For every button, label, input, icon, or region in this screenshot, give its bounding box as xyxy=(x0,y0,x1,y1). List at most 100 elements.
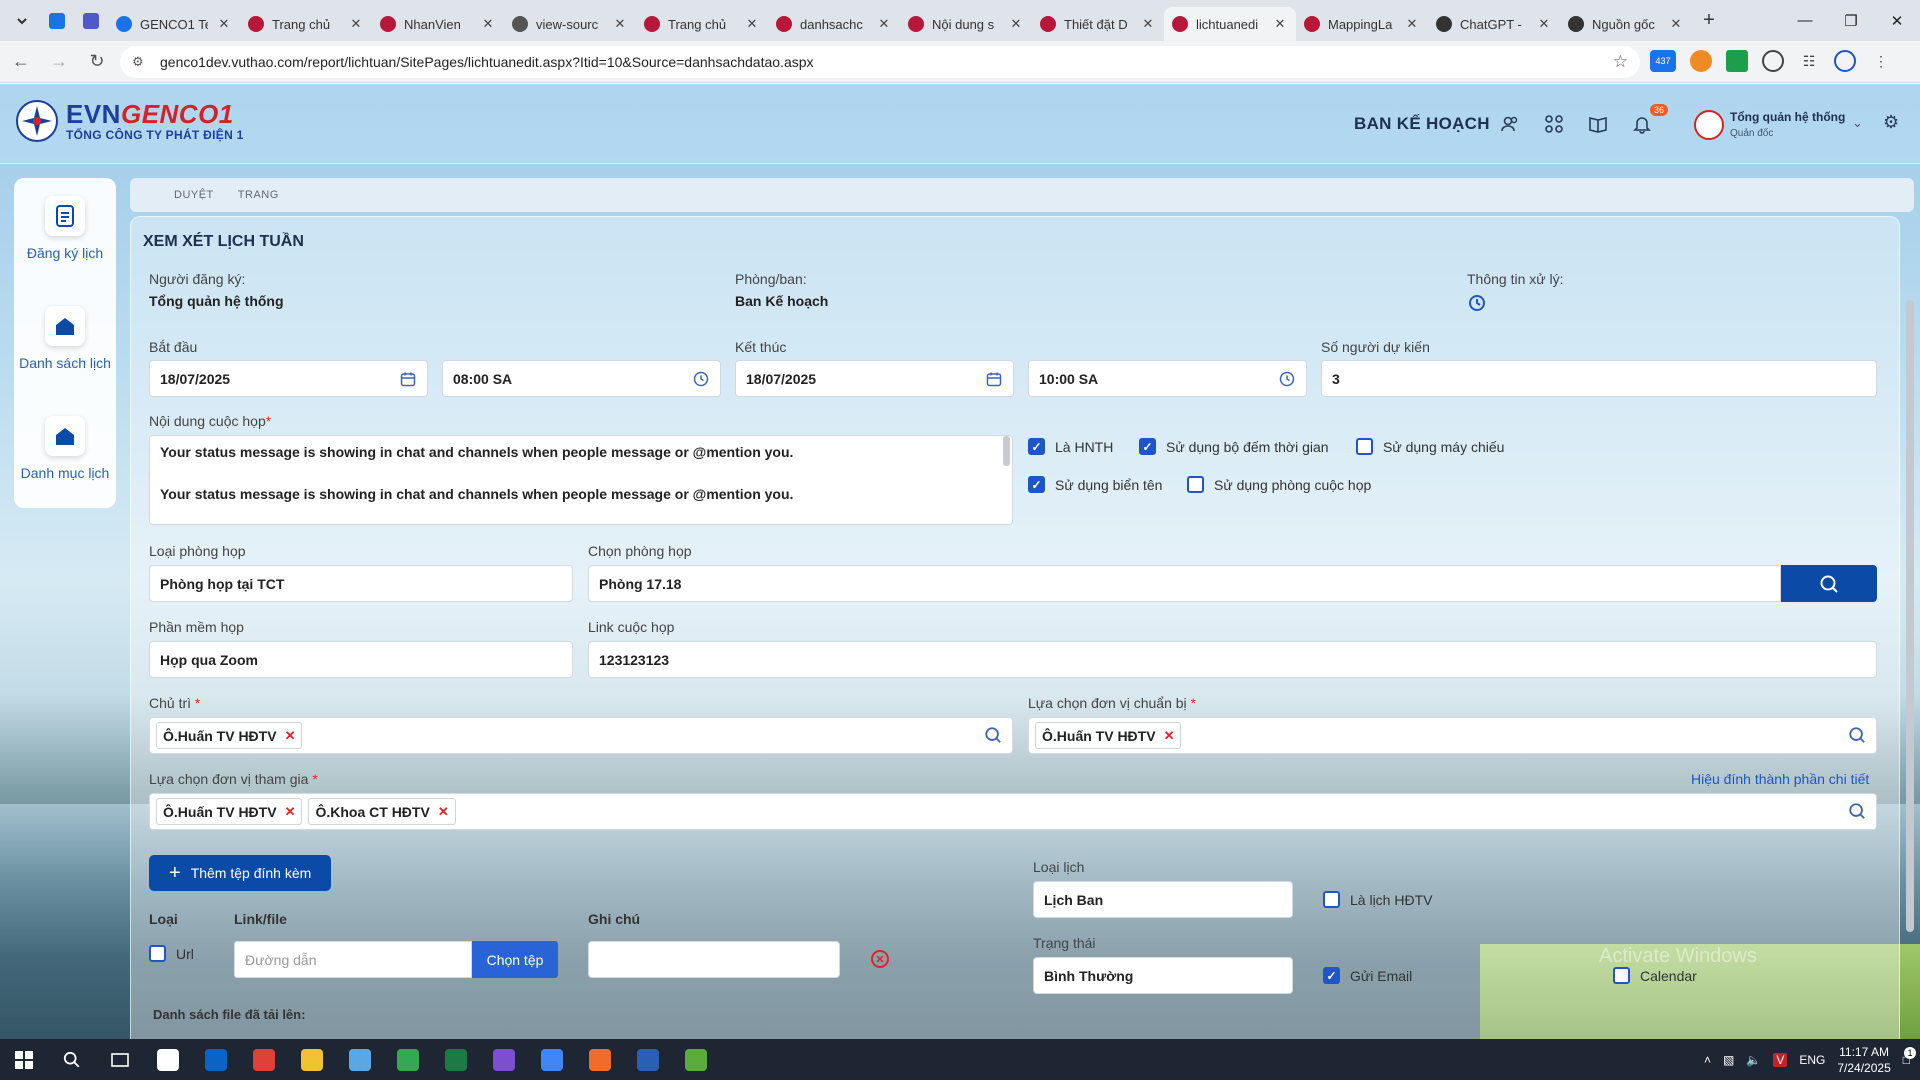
browser-tab[interactable]: GENCO1 Te ✕ xyxy=(108,7,240,41)
clock-icon[interactable] xyxy=(1278,370,1296,388)
url-bar[interactable]: ⚙ genco1dev.vuthao.com/report/lichtuan/S… xyxy=(120,46,1640,78)
choose-file-button[interactable]: Chọn tệp xyxy=(472,941,558,978)
browser-tab[interactable]: NhanVien ✕ xyxy=(372,7,504,41)
edit-details-link[interactable]: Hiệu đính thành phần chi tiết xyxy=(1691,771,1869,787)
book-icon[interactable] xyxy=(1586,112,1610,136)
option-hnth[interactable]: ✓ Là HNTH xyxy=(1028,438,1113,455)
room-type-field[interactable]: Phòng họp tại TCT xyxy=(149,565,573,602)
new-tab-button[interactable]: + xyxy=(1692,9,1726,32)
browser-tab[interactable]: Trang chủ ✕ xyxy=(240,7,372,41)
close-tab-icon[interactable]: ✕ xyxy=(744,16,760,32)
checkbox-checked[interactable]: ✓ xyxy=(1028,476,1045,493)
close-tab-icon[interactable]: ✕ xyxy=(348,16,364,32)
close-tab-icon[interactable]: ✕ xyxy=(612,16,628,32)
search-icon[interactable] xyxy=(1848,802,1866,825)
extension-badge-icon[interactable]: 437 xyxy=(1650,50,1676,72)
calendar-checkbox[interactable]: Calendar xyxy=(1613,967,1697,984)
browser-tab[interactable]: ChatGPT - ✕ xyxy=(1428,7,1560,41)
remove-tag-icon[interactable]: ✕ xyxy=(438,804,449,820)
checkbox-checked[interactable]: ✓ xyxy=(1028,438,1045,455)
browser-tab[interactable]: danhsachc ✕ xyxy=(768,7,900,41)
textarea-scrollbar[interactable] xyxy=(1003,436,1010,466)
remove-tag-icon[interactable]: ✕ xyxy=(285,728,296,744)
taskbar-app[interactable] xyxy=(336,1039,384,1080)
software-field[interactable]: Họp qua Zoom xyxy=(149,641,573,678)
start-button[interactable] xyxy=(0,1039,48,1080)
taskbar-app[interactable] xyxy=(672,1039,720,1080)
page-scrollbar[interactable] xyxy=(1906,300,1914,932)
start-date-field[interactable]: 18/07/2025 xyxy=(149,360,428,397)
forward-button[interactable]: → xyxy=(42,45,76,79)
back-button[interactable]: ← xyxy=(4,45,38,79)
note-input[interactable] xyxy=(588,941,840,978)
close-tab-icon[interactable]: ✕ xyxy=(1404,16,1420,32)
taskbar-app[interactable] xyxy=(480,1039,528,1080)
checkbox-unchecked[interactable] xyxy=(1323,891,1340,908)
bookmark-star-icon[interactable]: ☆ xyxy=(1613,52,1628,72)
reload-button[interactable]: ↻ xyxy=(80,45,114,79)
chevron-down-icon[interactable]: ⌄ xyxy=(1852,115,1863,131)
participants-select[interactable]: Ô.Huấn TV HĐTV ✕ Ô.Khoa CT HĐTV ✕ xyxy=(149,793,1877,830)
bell-icon[interactable] xyxy=(1630,112,1654,136)
notification-center-button[interactable]: □ 1 xyxy=(1903,1046,1916,1067)
apps-grid-icon[interactable] xyxy=(1542,112,1566,136)
browser-tab[interactable]: Nguồn gốc ✕ xyxy=(1560,7,1692,41)
users-icon[interactable] xyxy=(1498,112,1522,136)
schedule-type-field[interactable]: Lịch Ban xyxy=(1033,881,1293,918)
end-date-field[interactable]: 18/07/2025 xyxy=(735,360,1014,397)
remove-tag-icon[interactable]: ✕ xyxy=(1164,728,1175,744)
remove-tag-icon[interactable]: ✕ xyxy=(285,804,296,820)
search-icon[interactable] xyxy=(984,726,1002,749)
meeting-link-field[interactable]: 123123123 xyxy=(588,641,1877,678)
attendees-field[interactable]: 3 xyxy=(1321,360,1877,397)
browser-tab[interactable]: Nội dung s ✕ xyxy=(900,7,1032,41)
volume-icon[interactable]: 🔈 xyxy=(1746,1053,1761,1067)
taskbar-app[interactable] xyxy=(432,1039,480,1080)
close-window-button[interactable]: ✕ xyxy=(1874,0,1920,41)
antivirus-icon[interactable]: V xyxy=(1773,1052,1788,1067)
meeting-content-textarea[interactable]: Your status message is showing in chat a… xyxy=(149,435,1013,525)
room-search-button[interactable] xyxy=(1781,565,1877,602)
puzzle-icon[interactable]: ☷ xyxy=(1798,50,1820,72)
breadcrumb-item-approve[interactable]: DUYỆT xyxy=(174,189,214,201)
close-tab-icon[interactable]: ✕ xyxy=(480,16,496,32)
network-icon[interactable]: ▧ xyxy=(1723,1053,1734,1067)
browser-tab[interactable]: Thiết đặt D ✕ xyxy=(1032,7,1164,41)
browser-tab[interactable]: MappingLa ✕ xyxy=(1296,7,1428,41)
checkbox-unchecked[interactable] xyxy=(149,945,166,962)
clock[interactable]: 11:17 AM 7/24/2025 xyxy=(1837,1044,1890,1076)
prep-unit-select[interactable]: Ô.Huấn TV HĐTV ✕ xyxy=(1028,717,1877,754)
gear-icon[interactable]: ⚙ xyxy=(1883,112,1899,133)
room-field[interactable]: Phòng 17.18 xyxy=(588,565,1781,602)
user-name[interactable]: Tổng quản hệ thống xyxy=(1730,110,1845,124)
site-info-icon[interactable]: ⚙ xyxy=(132,54,150,70)
browser-tab[interactable]: Trang chủ ✕ xyxy=(636,7,768,41)
close-tab-icon[interactable]: ✕ xyxy=(876,16,892,32)
sidebar-item-list[interactable]: Danh sách lịch xyxy=(14,306,116,372)
extension-icon[interactable] xyxy=(1726,50,1748,72)
sidebar-item-categories[interactable]: Danh mục lịch xyxy=(14,416,116,482)
chevron-up-icon[interactable]: ˄ xyxy=(1704,1053,1711,1067)
profile-icon[interactable] xyxy=(1834,50,1856,72)
history-icon[interactable] xyxy=(1467,293,1487,313)
breadcrumb-item-page[interactable]: TRANG xyxy=(238,189,279,201)
sidebar-item-register[interactable]: Đăng ký lịch xyxy=(14,196,116,262)
pinned-tab-2[interactable] xyxy=(74,6,108,36)
browser-tab[interactable]: lichtuanedi ✕ xyxy=(1164,7,1296,41)
taskbar-app[interactable] xyxy=(624,1039,672,1080)
option-projector[interactable]: Sử dụng máy chiếu xyxy=(1356,438,1504,455)
close-tab-icon[interactable]: ✕ xyxy=(216,16,232,32)
send-email-checkbox[interactable]: ✓ Gửi Email xyxy=(1323,967,1412,984)
chair-select[interactable]: Ô.Huấn TV HĐTV ✕ xyxy=(149,717,1013,754)
clock-icon[interactable] xyxy=(692,370,710,388)
close-tab-icon[interactable]: ✕ xyxy=(1272,16,1288,32)
add-attachment-button[interactable]: + Thêm tệp đính kèm xyxy=(149,855,332,891)
close-tab-icon[interactable]: ✕ xyxy=(1668,16,1684,32)
status-field[interactable]: Bình Thường xyxy=(1033,957,1293,994)
extension-icon[interactable] xyxy=(1762,50,1784,72)
restore-button[interactable]: ❐ xyxy=(1828,0,1874,41)
close-tab-icon[interactable]: ✕ xyxy=(1536,16,1552,32)
checkbox-unchecked[interactable] xyxy=(1356,438,1373,455)
start-time-field[interactable]: 08:00 SA xyxy=(442,360,721,397)
close-tab-icon[interactable]: ✕ xyxy=(1008,16,1024,32)
